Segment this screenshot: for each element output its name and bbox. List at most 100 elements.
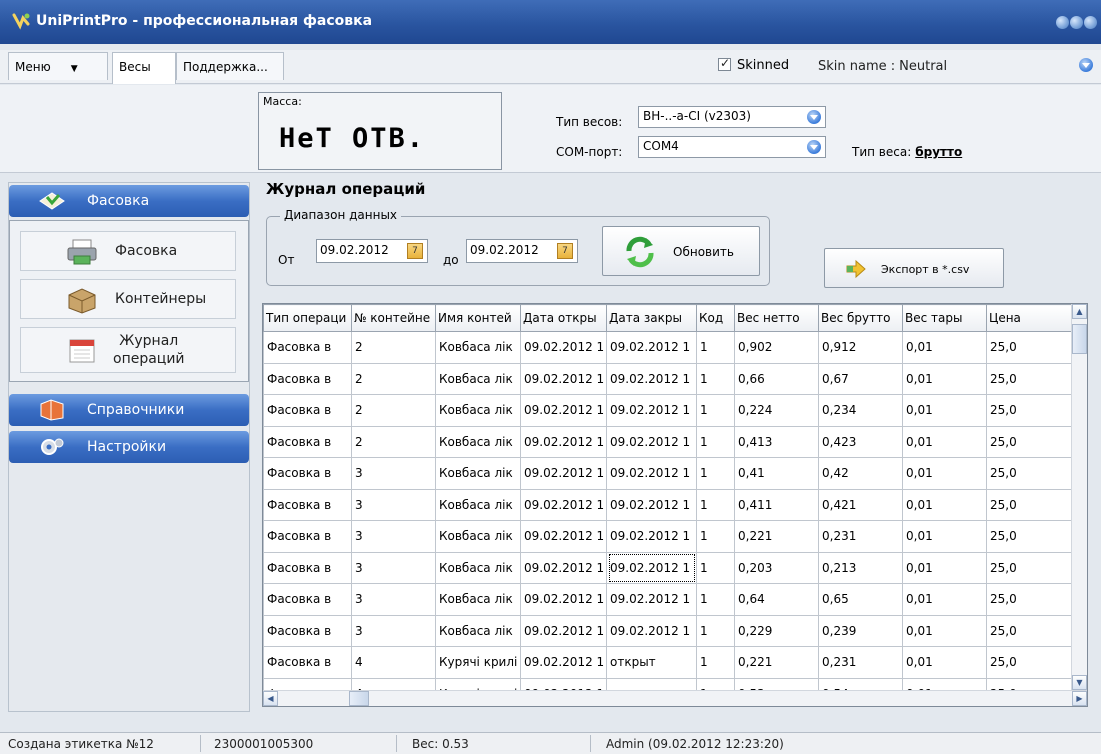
table-cell[interactable]: 2: [351, 362, 436, 395]
table-row[interactable]: Фасовка в 2 Ковбаса лік 09.02.2012 1 09.02.2…: [263, 425, 1073, 458]
table-cell[interactable]: Фасовка в: [263, 394, 352, 427]
table-cell[interactable]: 25,0: [986, 646, 1073, 679]
table-cell[interactable]: 0,231: [818, 646, 903, 679]
maximize-button[interactable]: [1070, 16, 1083, 29]
tab-scales[interactable]: Весы: [112, 52, 176, 84]
table-cell[interactable]: 0,01: [902, 614, 987, 647]
scroll-left-icon[interactable]: ◀: [263, 691, 278, 706]
table-row[interactable]: Фасовка в4Курячі крилі09.02.2012 1открыт…: [263, 646, 1073, 679]
table-cell[interactable]: 25,0: [986, 488, 1073, 521]
table-cell[interactable]: 0,64: [734, 583, 819, 616]
table-cell[interactable]: 25,0: [986, 394, 1073, 427]
table-cell[interactable]: 0,01: [902, 457, 987, 490]
table-cell[interactable]: открыт: [606, 646, 697, 679]
table-cell[interactable]: Фасовка в: [263, 646, 352, 679]
column-header[interactable]: Код: [696, 304, 735, 332]
table-cell[interactable]: 0,01: [902, 551, 987, 584]
table-cell[interactable]: 0,239: [818, 614, 903, 647]
table-cell[interactable]: 09.02.2012 1: [520, 551, 607, 584]
main-menu-dropdown[interactable]: Меню ▼: [8, 52, 108, 80]
table-cell[interactable]: 0,413: [734, 425, 819, 458]
table-cell[interactable]: 0,01: [902, 362, 987, 395]
column-header[interactable]: Вес брутто: [818, 304, 903, 332]
table-cell[interactable]: 0,224: [734, 394, 819, 427]
table-cell[interactable]: 0,01: [902, 520, 987, 553]
table-cell[interactable]: Фасовка в: [263, 551, 352, 584]
scroll-down-icon[interactable]: ▼: [1072, 675, 1087, 690]
table-row[interactable]: Фасовка в 2 Ковбаса лік 09.02.2012 1 09.02.2…: [263, 394, 1073, 427]
table-cell[interactable]: 09.02.2012 1: [606, 583, 697, 616]
table-cell[interactable]: 0,66: [734, 362, 819, 395]
scroll-right-icon[interactable]: ▶: [1072, 691, 1087, 706]
table-cell[interactable]: Ковбаса лік: [435, 551, 521, 584]
column-header[interactable]: Дата откры: [520, 304, 607, 332]
to-date-picker[interactable]: 09.02.2012 7: [466, 239, 578, 263]
table-cell[interactable]: 3: [351, 614, 436, 647]
table-cell[interactable]: 0,411: [734, 488, 819, 521]
column-header[interactable]: Имя контей: [435, 304, 521, 332]
table-cell[interactable]: 09.02.2012 1: [520, 583, 607, 616]
table-cell[interactable]: 1: [696, 425, 735, 458]
table-cell[interactable]: Ковбаса лік: [435, 331, 521, 364]
calendar-icon[interactable]: 7: [557, 243, 573, 259]
table-cell[interactable]: 1: [696, 362, 735, 395]
export-csv-button[interactable]: Экспорт в *.csv: [824, 248, 1004, 288]
table-cell[interactable]: 1: [696, 488, 735, 521]
table-cell[interactable]: Ковбаса лік: [435, 425, 521, 458]
table-cell[interactable]: Фасовка в: [263, 457, 352, 490]
table-cell[interactable]: 09.02.2012 1: [606, 551, 697, 584]
column-header[interactable]: Вес тары: [902, 304, 987, 332]
table-cell[interactable]: 1: [696, 457, 735, 490]
table-cell[interactable]: Ковбаса лік: [435, 520, 521, 553]
table-row[interactable]: Фасовка в 3 Ковбаса лік 09.02.2012 1 09.02.2…: [263, 457, 1073, 490]
table-cell[interactable]: 09.02.2012 1: [520, 394, 607, 427]
table-cell[interactable]: 25,0: [986, 425, 1073, 458]
table-cell[interactable]: 0,01: [902, 646, 987, 679]
close-button[interactable]: [1084, 16, 1097, 29]
skinned-checkbox[interactable]: Skinned: [718, 56, 789, 73]
table-cell[interactable]: 1: [696, 520, 735, 553]
table-cell[interactable]: 1: [696, 551, 735, 584]
com-port-select[interactable]: COM4: [638, 136, 826, 158]
column-header[interactable]: Вес нетто: [734, 304, 819, 332]
table-cell[interactable]: 0,423: [818, 425, 903, 458]
table-cell[interactable]: 25,0: [986, 520, 1073, 553]
nav-group-settings[interactable]: Настройки: [9, 431, 249, 463]
table-cell[interactable]: 09.02.2012 1: [606, 520, 697, 553]
table-cell[interactable]: 2: [351, 394, 436, 427]
table-cell[interactable]: 0,912: [818, 331, 903, 364]
table-cell[interactable]: 3: [351, 457, 436, 490]
table-cell[interactable]: 09.02.2012 1: [606, 457, 697, 490]
table-cell[interactable]: 09.02.2012 1: [520, 646, 607, 679]
table-cell[interactable]: Ковбаса лік: [435, 362, 521, 395]
table-cell[interactable]: 09.02.2012 1: [520, 425, 607, 458]
table-cell[interactable]: 25,0: [986, 614, 1073, 647]
nav-item-containers[interactable]: Контейнеры: [20, 279, 236, 319]
table-row[interactable]: Фасовка в 3 Ковбаса лік 09.02.2012 1 09.02.2…: [263, 551, 1073, 584]
table-cell[interactable]: 1: [696, 394, 735, 427]
tab-support[interactable]: Поддержка...: [176, 52, 284, 80]
table-cell[interactable]: 0,229: [734, 614, 819, 647]
table-row[interactable]: Фасовка в 2 Ковбаса лік 09.02.2012 1 09.02.2…: [263, 362, 1073, 395]
table-row[interactable]: Фасовка в 3 Ковбаса лік 09.02.2012 1 09.02.2…: [263, 614, 1073, 647]
table-cell[interactable]: 0,231: [818, 520, 903, 553]
vertical-scroll-thumb[interactable]: [1072, 324, 1087, 354]
table-cell[interactable]: 09.02.2012 1: [606, 331, 697, 364]
table-cell[interactable]: 0,41: [734, 457, 819, 490]
table-row[interactable]: Фасовка в 3 Ковбаса лік 09.02.2012 1 09.02.2…: [263, 520, 1073, 553]
table-cell[interactable]: 3: [351, 488, 436, 521]
table-row[interactable]: Фасовка в 3 Ковбаса лік 09.02.2012 1 09.02.2…: [263, 488, 1073, 521]
from-date-picker[interactable]: 09.02.2012 7: [316, 239, 428, 263]
column-header[interactable]: Дата закры: [606, 304, 697, 332]
table-cell[interactable]: 0,65: [818, 583, 903, 616]
table-row[interactable]: Фасовка в 2 Ковбаса лік 09.02.2012 1 09.02.2…: [263, 331, 1073, 364]
scroll-up-icon[interactable]: ▲: [1072, 304, 1087, 319]
table-cell[interactable]: 25,0: [986, 331, 1073, 364]
table-cell[interactable]: 0,01: [902, 425, 987, 458]
table-cell[interactable]: 0,902: [734, 331, 819, 364]
table-cell[interactable]: 09.02.2012 1: [606, 394, 697, 427]
table-cell[interactable]: 3: [351, 583, 436, 616]
nav-group-packing[interactable]: Фасовка: [9, 185, 249, 217]
table-cell[interactable]: 09.02.2012 1: [606, 362, 697, 395]
table-cell[interactable]: 09.02.2012 1: [520, 488, 607, 521]
